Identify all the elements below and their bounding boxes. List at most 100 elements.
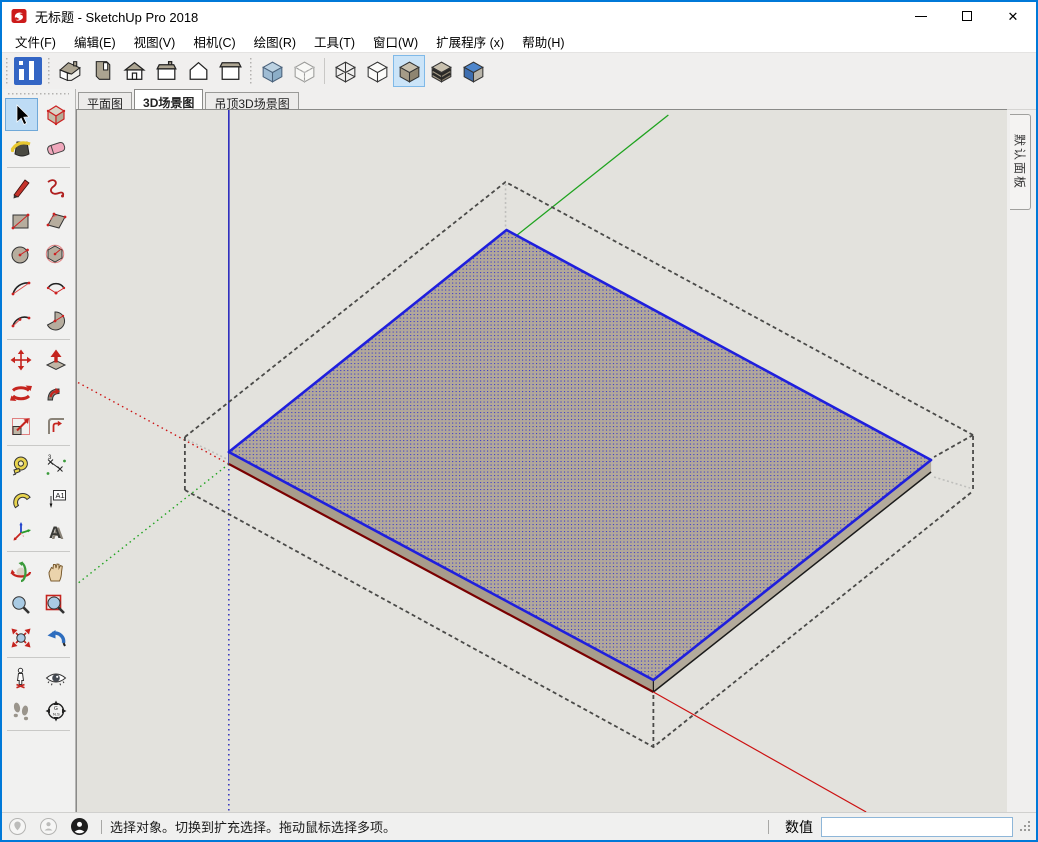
tray-strip: 默认面板 <box>1007 109 1036 812</box>
tool-eraser[interactable] <box>40 131 73 164</box>
x-ray-style-icon <box>259 58 286 85</box>
tool-circle[interactable] <box>5 237 38 270</box>
wireframe-style-icon <box>332 58 359 85</box>
palette-separator <box>7 657 70 658</box>
toolbar-grip[interactable] <box>249 58 253 84</box>
tool-pan[interactable] <box>40 555 73 588</box>
menu-extensions[interactable]: 扩展程序 (x) <box>427 29 513 54</box>
three-d-text-icon: A A <box>44 520 68 544</box>
tool-previous[interactable] <box>40 621 73 654</box>
slab-top-face-selected[interactable] <box>229 230 931 680</box>
pie-icon <box>44 308 68 332</box>
tool-make-component[interactable] <box>40 98 73 131</box>
back-edges-style-icon <box>291 58 318 85</box>
minimize-button[interactable] <box>898 2 944 30</box>
tool-rotated-rectangle[interactable] <box>40 204 73 237</box>
scene-tab-3d[interactable]: 3D场景图 <box>134 89 203 109</box>
palette-grip[interactable] <box>8 92 69 96</box>
tool-position-camera[interactable] <box>5 661 38 694</box>
tool-dimension[interactable]: 3 <box>40 449 73 482</box>
menu-draw[interactable]: 绘图(R) <box>245 29 305 54</box>
palette-separator <box>7 167 70 168</box>
geolocation-icon[interactable] <box>8 817 27 836</box>
scale-icon <box>9 414 33 438</box>
tool-axes[interactable] <box>5 515 38 548</box>
resize-grip[interactable] <box>1019 820 1032 833</box>
tool-paint-bucket[interactable] <box>5 131 38 164</box>
tool-look-around[interactable] <box>40 661 73 694</box>
plugin-button[interactable] <box>12 55 44 87</box>
style-textured-button[interactable] <box>425 55 457 87</box>
tool-pie[interactable] <box>40 303 73 336</box>
style-wireframe-button[interactable] <box>329 55 361 87</box>
style-shaded-button[interactable] <box>393 55 425 87</box>
tool-polygon[interactable] <box>40 237 73 270</box>
menu-tools[interactable]: 工具(T) <box>305 29 364 54</box>
tool-push-pull[interactable] <box>40 343 73 376</box>
menu-help[interactable]: 帮助(H) <box>513 29 573 54</box>
tool-zoom-extents[interactable] <box>5 621 38 654</box>
tool-orbit[interactable] <box>5 555 38 588</box>
scene-tab-ceiling-3d[interactable]: 吊顶3D场景图 <box>205 92 298 109</box>
select-icon <box>9 103 33 127</box>
style-hidden-line-button[interactable] <box>361 55 393 87</box>
tool-rectangle[interactable] <box>5 204 38 237</box>
tool-compass[interactable]: G N.S <box>40 694 73 727</box>
iso-view-button[interactable] <box>54 55 86 87</box>
status-hint: 选择对象。切换到扩充选择。拖动鼠标选择多项。 <box>110 817 396 836</box>
tool-line[interactable] <box>5 171 38 204</box>
credits-icon[interactable] <box>39 817 58 836</box>
tool-move[interactable] <box>5 343 38 376</box>
scene-tab-plan[interactable]: 平面图 <box>78 92 132 109</box>
move-icon <box>9 348 33 372</box>
account-icon[interactable] <box>70 817 89 836</box>
menu-file[interactable]: 文件(F) <box>6 29 65 54</box>
tool-walk[interactable] <box>5 694 38 727</box>
tool-tape-measure[interactable] <box>5 449 38 482</box>
menu-bar: 文件(F) 编辑(E) 视图(V) 相机(C) 绘图(R) 工具(T) 窗口(W… <box>2 30 1036 52</box>
left-view-button[interactable] <box>214 55 246 87</box>
style-monochrome-button[interactable] <box>457 55 489 87</box>
two-point-arc-icon <box>44 275 68 299</box>
toolbar-grip[interactable] <box>5 58 9 84</box>
menu-edit[interactable]: 编辑(E) <box>65 29 125 54</box>
tool-text[interactable]: A1 <box>40 482 73 515</box>
polygon-icon <box>44 242 68 266</box>
tool-rotate[interactable] <box>5 376 38 409</box>
tool-zoom[interactable] <box>5 588 38 621</box>
tool-three-point-arc[interactable] <box>5 303 38 336</box>
tool-offset[interactable] <box>40 409 73 442</box>
minimize-icon <box>915 16 927 17</box>
tool-two-point-arc[interactable] <box>40 270 73 303</box>
top-view-button[interactable] <box>86 55 118 87</box>
green-axis-dotted <box>77 464 229 584</box>
menu-view[interactable]: 视图(V) <box>125 29 185 54</box>
toolbar-grip[interactable] <box>47 58 51 84</box>
tool-scale[interactable] <box>5 409 38 442</box>
viewport-column: 平面图 3D场景图 吊顶3D场景图 <box>76 89 1036 812</box>
measurements-input[interactable] <box>821 817 1013 837</box>
canvas-row: 默认面板 <box>76 109 1036 812</box>
back-view-button[interactable] <box>182 55 214 87</box>
default-tray-tab[interactable]: 默认面板 <box>1010 114 1031 210</box>
front-view-button[interactable] <box>118 55 150 87</box>
right-view-button[interactable] <box>150 55 182 87</box>
style-back-edges-button[interactable] <box>288 55 320 87</box>
maximize-button[interactable] <box>944 2 990 30</box>
tool-follow-me[interactable] <box>40 376 73 409</box>
tool-3d-text[interactable]: A A <box>40 515 73 548</box>
close-button[interactable]: ✕ <box>990 2 1036 30</box>
previous-view-icon <box>44 626 68 650</box>
floor-slab[interactable] <box>229 230 931 692</box>
menu-window[interactable]: 窗口(W) <box>364 29 427 54</box>
tool-zoom-window[interactable] <box>40 588 73 621</box>
tool-freehand[interactable] <box>40 171 73 204</box>
follow-me-icon <box>44 381 68 405</box>
tool-protractor[interactable] <box>5 482 38 515</box>
style-xray-button[interactable] <box>256 55 288 87</box>
tool-select[interactable] <box>5 98 38 131</box>
shaded-style-icon <box>396 58 423 85</box>
tool-arc[interactable] <box>5 270 38 303</box>
menu-camera[interactable]: 相机(C) <box>184 29 244 54</box>
model-viewport[interactable] <box>76 109 1007 812</box>
